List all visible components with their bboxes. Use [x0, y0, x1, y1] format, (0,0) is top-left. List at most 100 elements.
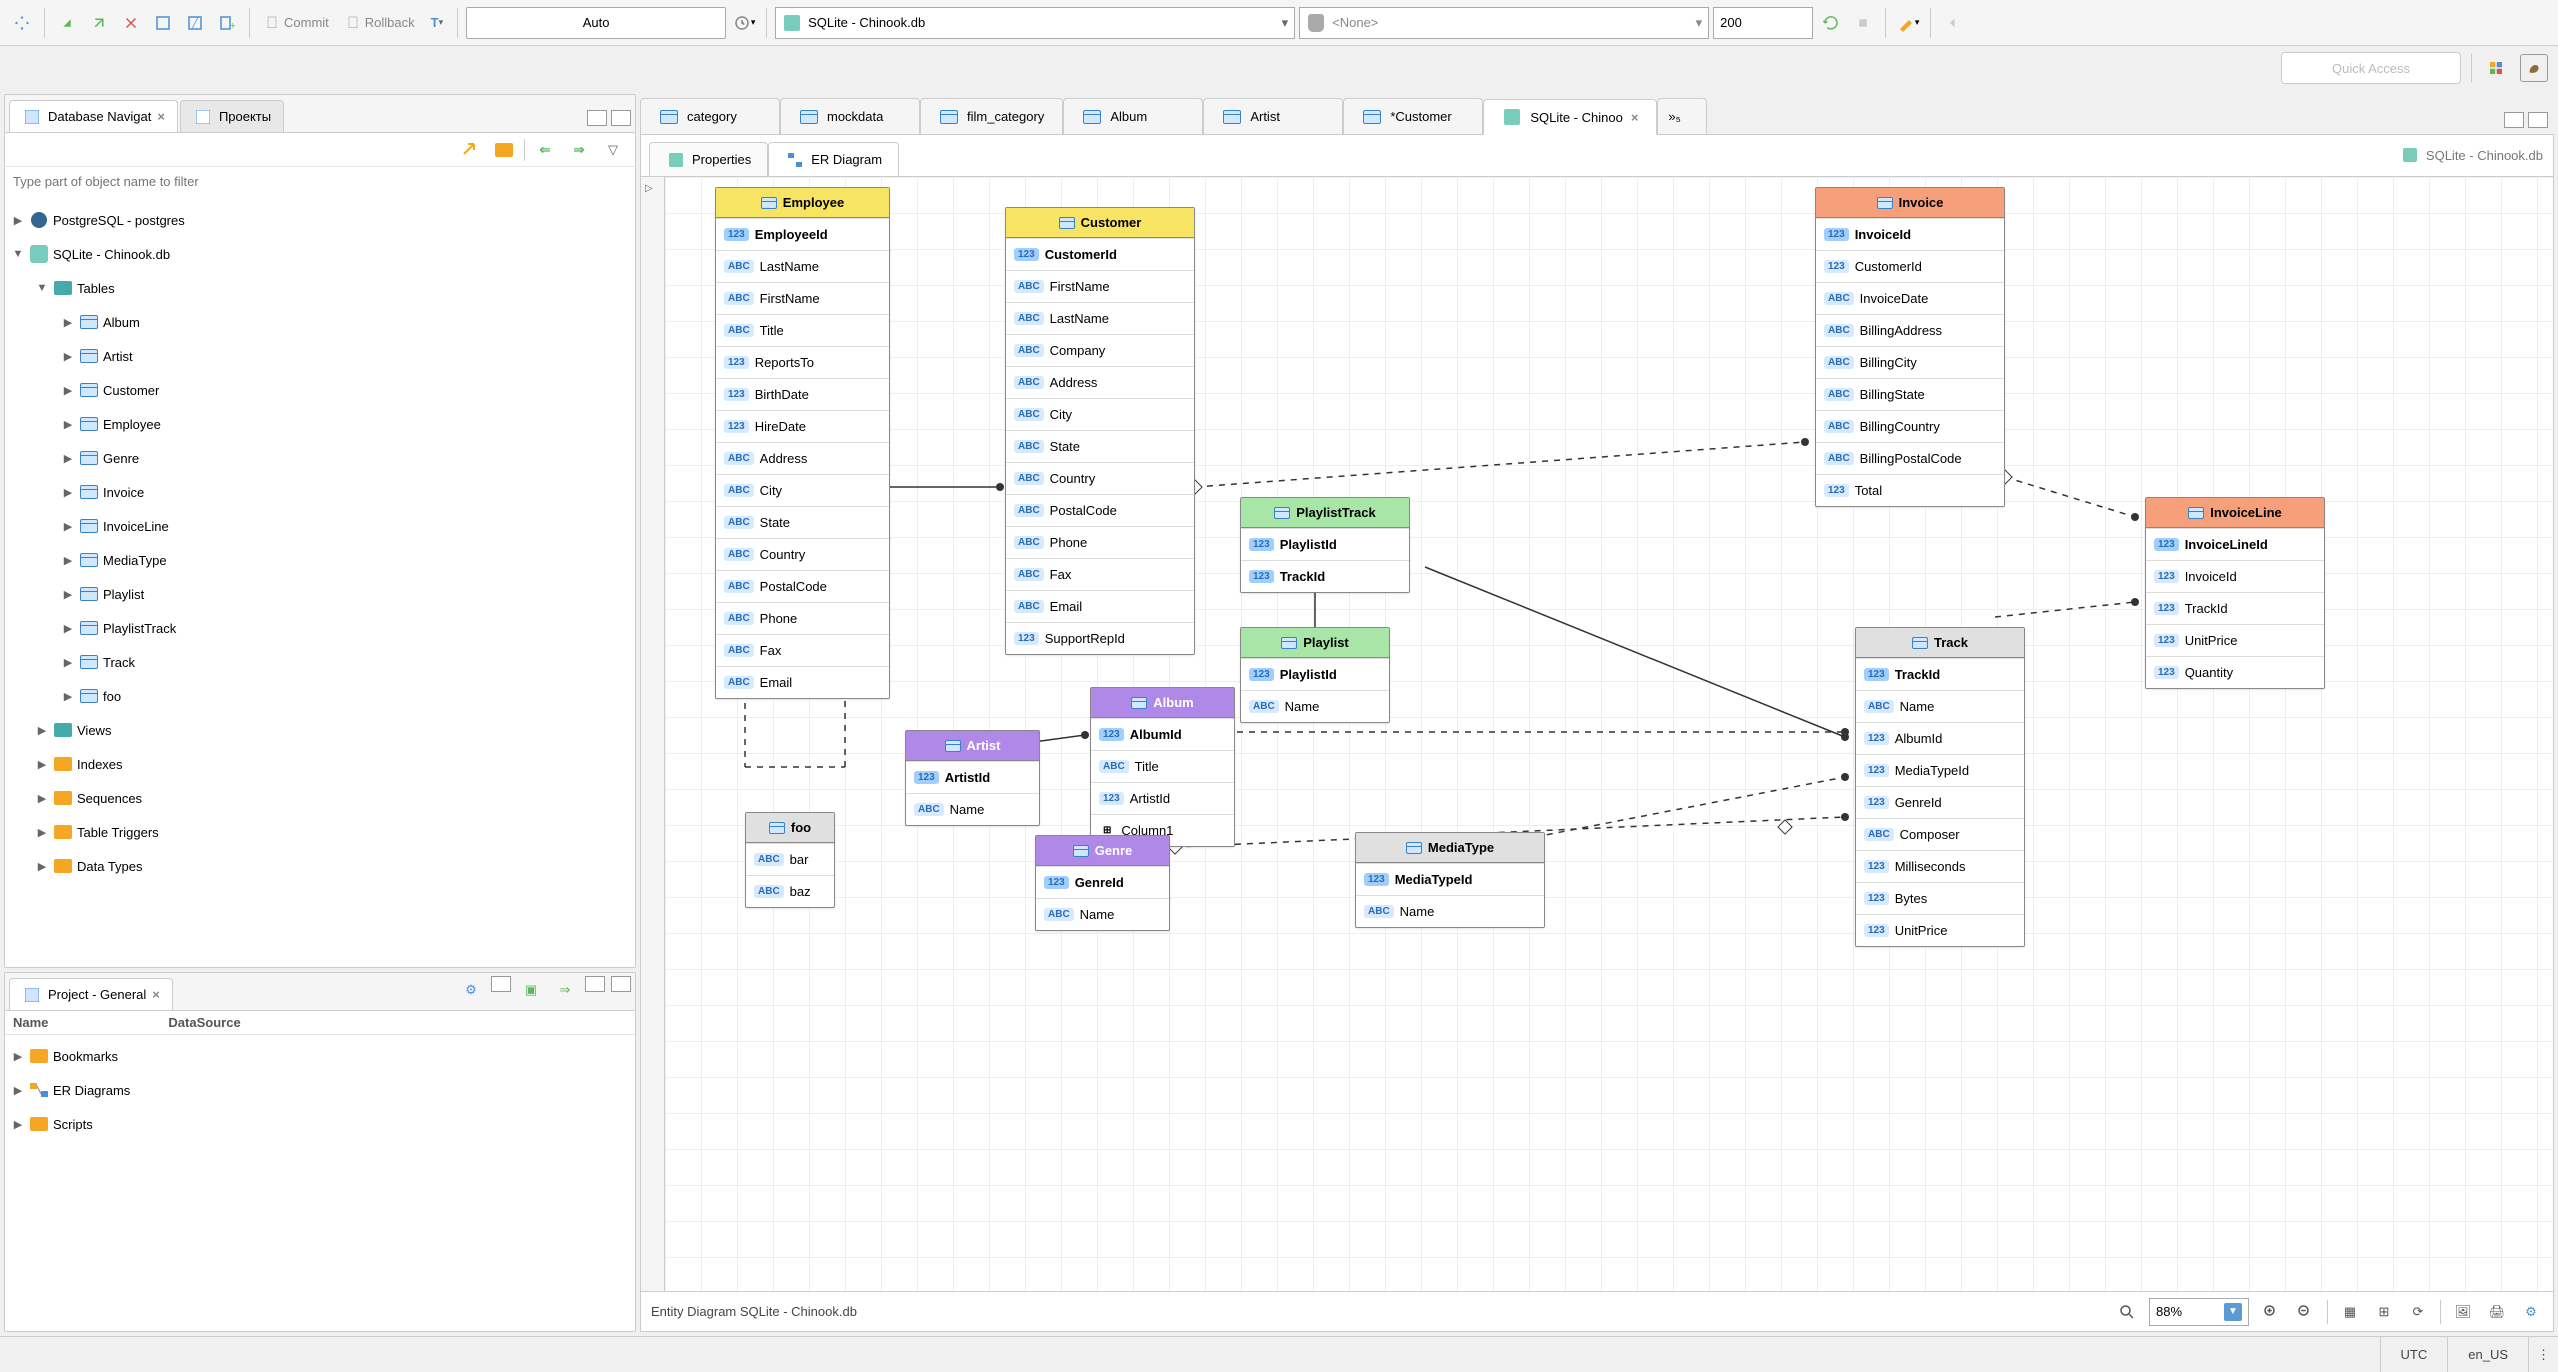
entity-column[interactable]: GenreId — [1856, 786, 2024, 818]
disconnect-icon[interactable] — [85, 9, 113, 37]
er-canvas[interactable]: EmployeeEmployeeIdLastNameFirstNameTitle… — [665, 177, 2553, 1291]
entity-column[interactable]: Name — [1036, 898, 1169, 930]
entity-column-pk[interactable]: TrackId — [1241, 560, 1409, 592]
entity-header[interactable]: Genre — [1036, 836, 1169, 866]
refresh-icon[interactable] — [1817, 9, 1845, 37]
entity-column[interactable]: ReportsTo — [716, 346, 889, 378]
schema-combo[interactable]: <None> ▾ — [1299, 7, 1709, 39]
subtab-er-diagram[interactable]: ER Diagram — [768, 142, 899, 176]
new-connection-icon[interactable] — [8, 9, 36, 37]
connect-icon[interactable] — [53, 9, 81, 37]
entity-column[interactable]: HireDate — [716, 410, 889, 442]
entity-header[interactable]: Playlist — [1241, 628, 1389, 658]
entity-column-pk[interactable]: EmployeeId — [716, 218, 889, 250]
history-icon[interactable]: ▾ — [730, 9, 758, 37]
entity-column[interactable]: bar — [746, 843, 834, 875]
close-icon[interactable]: × — [1631, 110, 1639, 125]
tree-node-indexes[interactable]: ▶Indexes — [5, 747, 635, 781]
gear-icon[interactable]: ⚙ — [457, 976, 485, 1004]
entity-column[interactable]: PostalCode — [716, 570, 889, 602]
dbeaver-perspective-icon[interactable] — [2520, 54, 2548, 82]
minimize-icon[interactable] — [587, 110, 607, 126]
transaction-mode-button[interactable]: T▾ — [425, 9, 449, 37]
quick-access-button[interactable]: Quick Access — [2281, 52, 2461, 84]
entity-column[interactable]: InvoiceId — [2146, 560, 2324, 592]
zoom-in-icon[interactable] — [2259, 1300, 2283, 1324]
tree-node-datatypes[interactable]: ▶Data Types — [5, 849, 635, 883]
resize-grip-icon[interactable]: ⋮ — [2528, 1337, 2548, 1372]
entity-column[interactable]: Fax — [1006, 558, 1194, 590]
ruler-toggle-icon[interactable]: ▷ — [645, 183, 653, 194]
entity-column[interactable]: TrackId — [2146, 592, 2324, 624]
entity-column[interactable]: Email — [1006, 590, 1194, 622]
entity-column[interactable]: BillingCity — [1816, 346, 2004, 378]
entity-column[interactable]: Country — [1006, 462, 1194, 494]
tab-mockdata[interactable]: mockdata — [780, 98, 920, 134]
entity-column[interactable]: Phone — [716, 602, 889, 634]
entity-column[interactable]: State — [1006, 430, 1194, 462]
collapse-icon[interactable]: ⇐ — [531, 136, 559, 164]
tree-node-bookmarks[interactable]: ▶Bookmarks — [5, 1039, 635, 1073]
tree-node-table[interactable]: ▶Track — [5, 645, 635, 679]
tab-artist[interactable]: Artist — [1203, 98, 1343, 134]
tree-node-sequences[interactable]: ▶Sequences — [5, 781, 635, 815]
add-icon[interactable]: ▣ — [517, 976, 545, 1004]
settings-icon[interactable]: ⚙ — [2519, 1300, 2543, 1324]
maximize-icon[interactable] — [2528, 112, 2548, 128]
tree-node-scripts[interactable]: ▶Scripts — [5, 1107, 635, 1141]
tree-node-table[interactable]: ▶Employee — [5, 407, 635, 441]
tree-node-tables[interactable]: ▼Tables — [5, 271, 635, 305]
tab-projects[interactable]: Проекты — [180, 100, 284, 132]
tree-node-table[interactable]: ▶Artist — [5, 339, 635, 373]
close-icon[interactable]: × — [157, 109, 165, 124]
maximize-icon[interactable] — [611, 976, 631, 992]
tab-sqlite-chinook[interactable]: SQLite - Chinoo× — [1483, 99, 1657, 135]
entity-column[interactable]: ArtistId — [1091, 782, 1234, 814]
entity-column[interactable]: Name — [1856, 690, 2024, 722]
entity-header[interactable]: Employee — [716, 188, 889, 218]
refresh-icon[interactable]: ⟳ — [2406, 1300, 2430, 1324]
entity-column[interactable]: City — [716, 474, 889, 506]
entity-column[interactable]: Milliseconds — [1856, 850, 2024, 882]
tree-node-er-diagrams[interactable]: ▶ER Diagrams — [5, 1073, 635, 1107]
entity-column[interactable]: State — [716, 506, 889, 538]
entity-column[interactable]: Bytes — [1856, 882, 2024, 914]
minimize-icon[interactable] — [585, 976, 605, 992]
perspective-open-icon[interactable] — [2482, 54, 2510, 82]
entity-column[interactable]: LastName — [1006, 302, 1194, 334]
sql-editor-icon[interactable] — [149, 9, 177, 37]
tree-node-table[interactable]: ▶InvoiceLine — [5, 509, 635, 543]
tree-node-table[interactable]: ▶PlaylistTrack — [5, 611, 635, 645]
menu-icon[interactable]: ▽ — [599, 136, 627, 164]
tree-node-sqlite[interactable]: ▼SQLite - Chinook.db — [5, 237, 635, 271]
auto-commit-combo[interactable]: Auto — [466, 7, 726, 39]
tree-node-table[interactable]: ▶Genre — [5, 441, 635, 475]
filter-input[interactable] — [13, 167, 627, 195]
entity-column[interactable]: Title — [716, 314, 889, 346]
entity-column[interactable]: Name — [1241, 690, 1389, 722]
entity-column[interactable]: Fax — [716, 634, 889, 666]
entity-column[interactable]: FirstName — [716, 282, 889, 314]
tree-node-triggers[interactable]: ▶Table Triggers — [5, 815, 635, 849]
tab-film-category[interactable]: film_category — [920, 98, 1063, 134]
entity-column[interactable]: BillingState — [1816, 378, 2004, 410]
tab-customer[interactable]: *Customer — [1343, 98, 1483, 134]
stop-icon[interactable] — [1849, 9, 1877, 37]
entity-column[interactable]: SupportRepId — [1006, 622, 1194, 654]
entity-column[interactable]: BillingAddress — [1816, 314, 2004, 346]
entity-column-pk[interactable]: InvoiceLineId — [2146, 528, 2324, 560]
vertical-ruler[interactable]: ▷ — [641, 177, 665, 1291]
connect-icon[interactable] — [456, 136, 484, 164]
entity-column[interactable]: Phone — [1006, 526, 1194, 558]
entity-column[interactable]: Email — [716, 666, 889, 698]
tree-node-postgres[interactable]: ▶PostgreSQL - postgres — [5, 203, 635, 237]
link-icon[interactable]: ⇒ — [551, 976, 579, 1004]
maximize-icon[interactable] — [611, 110, 631, 126]
entity-column[interactable]: PostalCode — [1006, 494, 1194, 526]
entity-column[interactable]: InvoiceDate — [1816, 282, 2004, 314]
entity-column[interactable]: Company — [1006, 334, 1194, 366]
entity-header[interactable]: Album — [1091, 688, 1234, 718]
export-icon[interactable]: 🖼 — [2451, 1300, 2475, 1324]
entity-column[interactable]: Title — [1091, 750, 1234, 782]
entity-column[interactable]: BillingCountry — [1816, 410, 2004, 442]
